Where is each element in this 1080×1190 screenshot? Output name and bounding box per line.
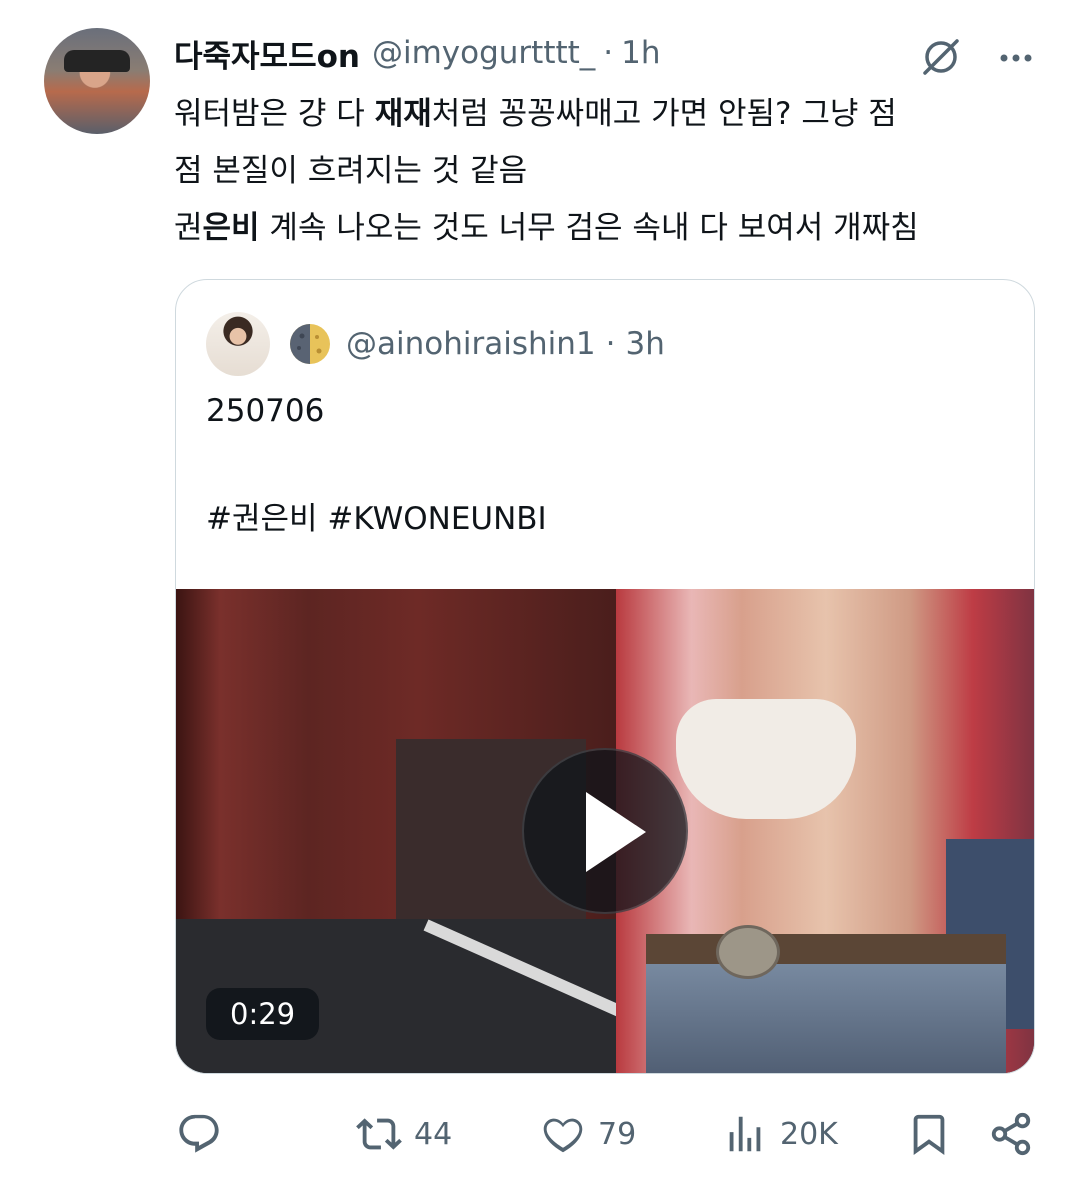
separator-dot: · <box>603 35 614 71</box>
author-handle[interactable]: @imyogurtttt_ <box>372 35 595 71</box>
moon-badge-icon <box>290 324 330 364</box>
reply-icon <box>179 1114 219 1153</box>
video-figure-belt <box>646 934 1006 964</box>
author-display-name[interactable]: 다죽자모드on <box>174 31 360 76</box>
grok-icon[interactable] <box>916 32 966 82</box>
quoted-timestamp[interactable]: 3h <box>625 326 664 362</box>
quoted-hashtags[interactable]: #권은비 #KWONEUNBI <box>206 492 1006 546</box>
tweet-text-line-2: 점 본질이 흐려지는 것 같음 <box>174 153 528 189</box>
like-count: 79 <box>598 1116 637 1152</box>
views-count: 20K <box>780 1116 838 1152</box>
quoted-header: @ainohiraishin1 · 3h <box>346 318 665 370</box>
retweet-button[interactable]: 44 <box>356 1104 452 1164</box>
quoted-author-avatar[interactable] <box>206 312 270 376</box>
quoted-separator: · <box>605 326 616 362</box>
play-button[interactable] <box>522 748 688 914</box>
more-options-icon[interactable] <box>996 38 1036 78</box>
views-icon <box>729 1116 761 1152</box>
bookmark-icon <box>913 1114 945 1155</box>
tweet-header: 다죽자모드on @imyogurtttt_ · 1h <box>174 28 661 78</box>
heart-icon <box>543 1118 583 1153</box>
author-avatar[interactable] <box>44 28 150 134</box>
quoted-tweet[interactable]: @ainohiraishin1 · 3h 250706 #권은비 #KWONEU… <box>175 279 1035 1074</box>
like-button[interactable]: 79 <box>540 1104 636 1164</box>
views-button[interactable]: 20K <box>722 1104 838 1164</box>
tweet-timestamp[interactable]: 1h <box>621 35 660 71</box>
action-bar: 44 79 20K <box>0 1104 1080 1164</box>
video-figure-top <box>676 699 856 819</box>
quoted-text: 250706 #권은비 #KWONEUNBI <box>206 384 1006 546</box>
video-duration: 0:29 <box>206 988 320 1040</box>
share-icon <box>991 1112 1031 1156</box>
bookmark-button[interactable] <box>906 1104 952 1164</box>
quoted-handle[interactable]: @ainohiraishin1 <box>346 326 596 362</box>
tweet-text-line-3: 권은비 계속 나오는 것도 너무 검은 속내 다 보여서 개짜침 <box>174 210 919 246</box>
video-figure-buckle <box>716 925 780 979</box>
tweet-text: 워터밤은 걍 다 재재처럼 꽁꽁싸매고 가면 안됨? 그냥 점 점 본질이 흐려… <box>174 86 1054 257</box>
reply-button[interactable] <box>176 1104 222 1164</box>
video-thumbnail[interactable]: 0:29 <box>176 589 1034 1073</box>
share-button[interactable] <box>988 1104 1034 1164</box>
retweet-icon <box>356 1118 402 1150</box>
quoted-text-line-1: 250706 <box>206 393 325 429</box>
retweet-count: 44 <box>414 1116 453 1152</box>
tweet-text-line-1: 워터밤은 걍 다 재재처럼 꽁꽁싸매고 가면 안됨? 그냥 점 <box>174 96 897 132</box>
video-figure-jeans <box>646 949 1006 1073</box>
